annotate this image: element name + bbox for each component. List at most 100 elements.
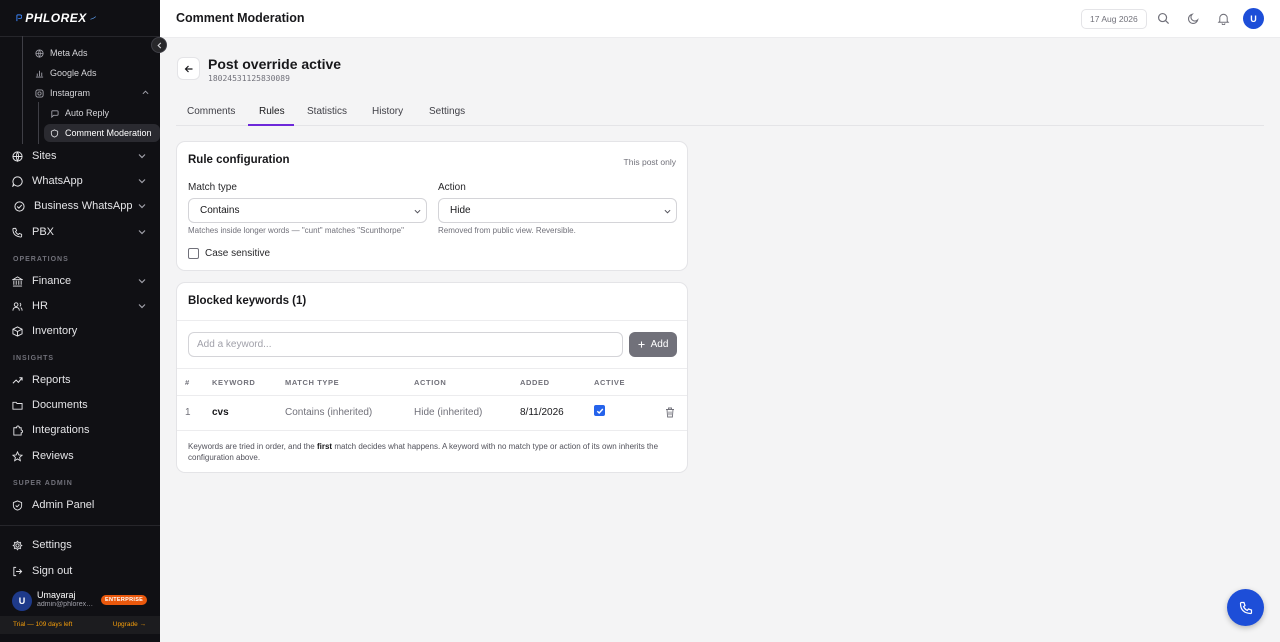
sidebar-item-google-ads[interactable]: Google Ads	[35, 64, 97, 82]
active-tab-indicator	[248, 124, 294, 126]
ordering-footnote: Keywords are tried in order, and the fir…	[188, 441, 668, 463]
sidebar-item-label: Meta Ads	[50, 48, 88, 58]
rule-configuration-card: Rule configuration This post only Match …	[176, 141, 688, 271]
user-email: admin@phlorex.com	[37, 601, 95, 608]
sidebar-item-inventory[interactable]: Inventory	[12, 321, 148, 341]
footnote-text: Keywords are tried in order, and the	[188, 442, 317, 451]
nav-label: Integrations	[32, 424, 90, 436]
column-header-keyword: KEYWORD	[212, 378, 256, 387]
nav-label: PBX	[32, 226, 55, 238]
sidebar-item-instagram[interactable]: Instagram	[35, 84, 149, 102]
sidebar-divider	[0, 36, 160, 37]
sidebar-item-pbx[interactable]: PBX	[12, 222, 148, 242]
active-checkbox[interactable]	[594, 405, 605, 416]
sidebar-item-admin-panel[interactable]: Admin Panel	[12, 495, 148, 515]
cell-match-type[interactable]: Contains (inherited)	[285, 407, 372, 418]
logo-text: PHLOREX	[25, 11, 87, 25]
chevron-down-icon	[414, 209, 421, 214]
tab-comments[interactable]: Comments	[187, 106, 235, 117]
sidebar-item-reports[interactable]: Reports	[12, 370, 148, 390]
folder-icon	[12, 401, 23, 410]
bell-icon[interactable]	[1217, 12, 1230, 25]
instagram-icon	[35, 88, 44, 98]
section-label-super-admin: SUPER ADMIN	[13, 480, 73, 487]
sidebar: PHLOREX Meta Ads Google Ads Instagram Au…	[0, 0, 160, 642]
cell-keyword: cvs	[212, 407, 229, 418]
cell-index: 1	[185, 407, 191, 418]
logo-swoosh-icon	[90, 16, 96, 20]
collapse-sidebar-button[interactable]	[151, 37, 167, 53]
nav-label: WhatsApp	[32, 175, 83, 187]
case-sensitive-checkbox[interactable]	[188, 248, 199, 259]
puzzle-icon	[13, 424, 23, 436]
post-id: 18024531125830089	[208, 74, 290, 83]
case-sensitive-label: Case sensitive	[205, 248, 271, 259]
sidebar-item-label: Google Ads	[50, 68, 97, 78]
action-select[interactable]: Hide	[438, 198, 677, 223]
sidebar-item-reviews[interactable]: Reviews	[12, 446, 148, 466]
users-icon	[12, 301, 23, 311]
sidebar-item-hr[interactable]: HR	[12, 296, 148, 316]
match-type-value: Contains	[200, 205, 240, 216]
tree-line	[22, 36, 23, 144]
sidebar-item-auto-reply[interactable]: Auto Reply	[50, 104, 109, 122]
sidebar-item-whatsapp[interactable]: WhatsApp	[12, 171, 148, 191]
user-avatar-button[interactable]: U	[1243, 8, 1264, 29]
star-icon	[12, 450, 23, 462]
gear-icon	[12, 540, 23, 550]
sidebar-item-documents[interactable]: Documents	[12, 395, 148, 415]
divider	[177, 320, 687, 321]
add-label: Add	[650, 339, 669, 350]
tab-rules[interactable]: Rules	[259, 106, 285, 117]
chevron-down-icon	[138, 279, 146, 284]
trial-text: Trial — 109 days left	[13, 621, 73, 628]
plus-icon	[638, 341, 645, 348]
plan-badge: ENTERPRISE	[101, 595, 148, 605]
sidebar-item-sites[interactable]: Sites	[12, 146, 148, 166]
user-name: Umayaraj	[37, 590, 76, 600]
brand-logo[interactable]: PHLOREX	[16, 8, 96, 28]
globe-icon	[12, 150, 23, 162]
chevron-left-icon	[156, 41, 161, 49]
cell-added: 8/11/2026	[520, 407, 564, 418]
sidebar-item-label: Instagram	[50, 88, 91, 98]
logout-icon	[13, 566, 23, 576]
sidebar-item-integrations[interactable]: Integrations	[12, 420, 148, 440]
nav-label: Inventory	[32, 325, 78, 337]
chevron-down-icon	[138, 304, 146, 309]
message-icon	[51, 109, 59, 118]
trash-icon[interactable]	[665, 407, 675, 418]
section-label-insights: INSIGHTS	[13, 355, 55, 362]
tab-statistics[interactable]: Statistics	[307, 106, 347, 117]
sign-out-button[interactable]: Sign out	[12, 561, 148, 581]
case-sensitive-row[interactable]: Case sensitive	[188, 248, 270, 259]
search-icon[interactable]	[1157, 12, 1170, 25]
scope-note: This post only	[623, 157, 676, 167]
cell-action[interactable]: Hide (inherited)	[414, 407, 482, 418]
add-keyword-button[interactable]: Add	[629, 332, 677, 357]
keyword-input[interactable]: Add a keyword...	[188, 332, 623, 357]
nav-label: Sign out	[32, 565, 73, 577]
tab-settings[interactable]: Settings	[429, 106, 465, 117]
dark-mode-icon[interactable]	[1187, 12, 1200, 25]
sidebar-item-finance[interactable]: Finance	[12, 271, 148, 291]
sidebar-item-comment-moderation[interactable]: Comment Moderation	[44, 124, 160, 142]
divider	[177, 430, 687, 431]
user-profile[interactable]: U Umayaraj admin@phlorex.com ENTERPRISE	[12, 589, 152, 611]
action-label: Action	[438, 182, 466, 193]
sidebar-item-business-whatsapp[interactable]: Business WhatsApp	[14, 196, 148, 216]
sidebar-item-meta-ads[interactable]: Meta Ads	[35, 44, 88, 62]
tab-history[interactable]: History	[372, 106, 403, 117]
upgrade-link[interactable]: Upgrade →	[113, 621, 146, 628]
match-type-select[interactable]: Contains	[188, 198, 427, 223]
nav-label: Finance	[32, 275, 72, 287]
nav-label: Business WhatsApp	[34, 200, 133, 212]
column-header-added: ADDED	[520, 378, 550, 387]
column-header-index: #	[185, 378, 190, 387]
sidebar-divider	[0, 525, 160, 526]
chevron-down-icon	[138, 179, 146, 184]
sidebar-item-settings[interactable]: Settings	[12, 535, 148, 555]
back-button[interactable]	[177, 57, 200, 80]
checkmark-icon	[596, 408, 603, 414]
call-button[interactable]	[1227, 589, 1264, 626]
